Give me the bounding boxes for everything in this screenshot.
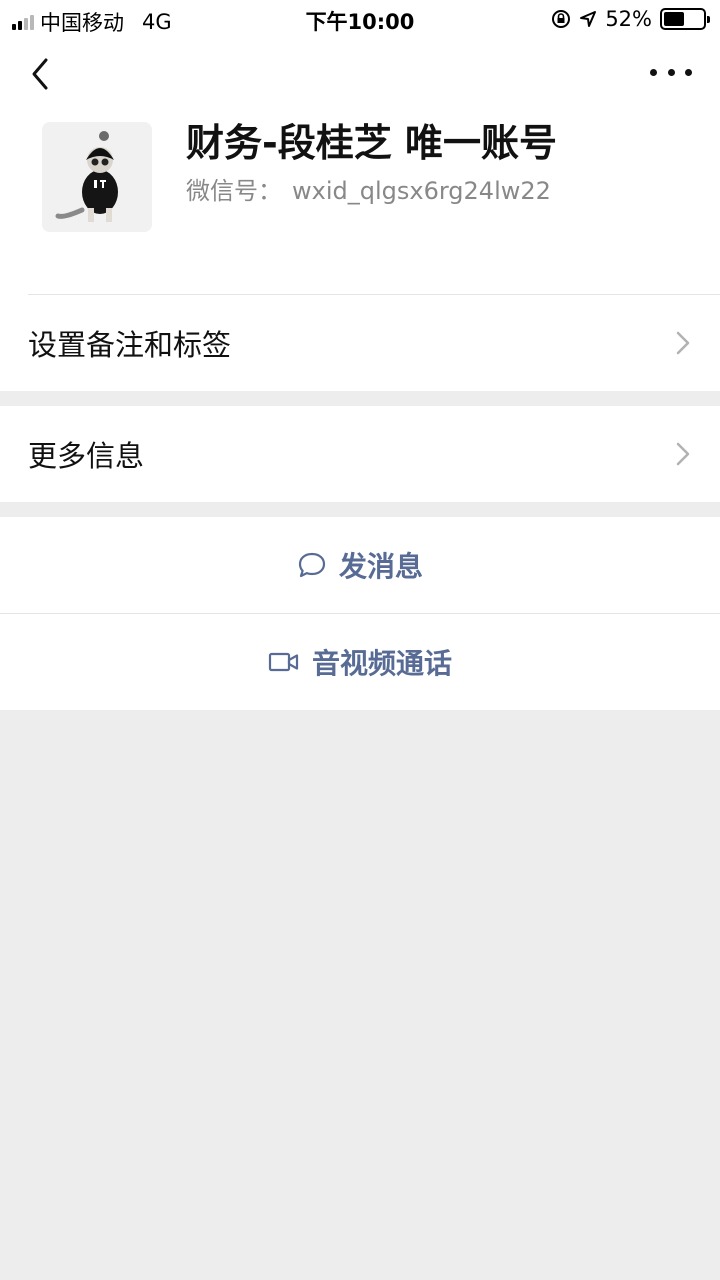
chat-bubble-icon	[298, 552, 326, 578]
contact-name: 财务-段桂芝 唯一账号	[186, 121, 558, 165]
battery-percent: 52%	[605, 7, 652, 31]
voice-video-call-label: 音视频通话	[311, 647, 452, 680]
more-info-label: 更多信息	[28, 439, 145, 473]
voice-video-call-button[interactable]: 音视频通话	[0, 614, 720, 710]
set-remark-tags-label: 设置备注和标签	[28, 328, 232, 362]
location-arrow-icon	[580, 11, 597, 27]
battery-icon	[660, 8, 710, 30]
status-right: 52%	[551, 7, 710, 31]
wechat-id-label: 微信号：	[186, 177, 282, 205]
send-message-button[interactable]: 发消息	[0, 517, 720, 613]
status-bar: 中国移动 4G 下午10:00 52%	[0, 0, 720, 36]
back-button[interactable]	[26, 54, 56, 94]
send-message-label: 发消息	[338, 550, 423, 583]
chevron-right-icon	[676, 442, 690, 466]
more-button[interactable]	[650, 60, 692, 84]
more-info-cell[interactable]: 更多信息	[0, 406, 720, 502]
avatar-image	[42, 122, 152, 232]
wechat-id-value: wxid_qlgsx6rg24lw22	[292, 177, 551, 205]
video-camera-icon	[268, 652, 299, 672]
rotation-lock-icon	[552, 10, 571, 28]
avatar[interactable]	[42, 122, 152, 232]
chevron-right-icon	[676, 331, 690, 355]
ellipsis-dot	[667, 68, 675, 76]
ellipsis-dot	[685, 68, 692, 76]
wechat-id-row: 微信号： wxid_qlgsx6rg24lw22	[186, 171, 551, 206]
ellipsis-dot	[650, 68, 657, 76]
set-remark-tags-cell[interactable]: 设置备注和标签	[0, 295, 720, 391]
